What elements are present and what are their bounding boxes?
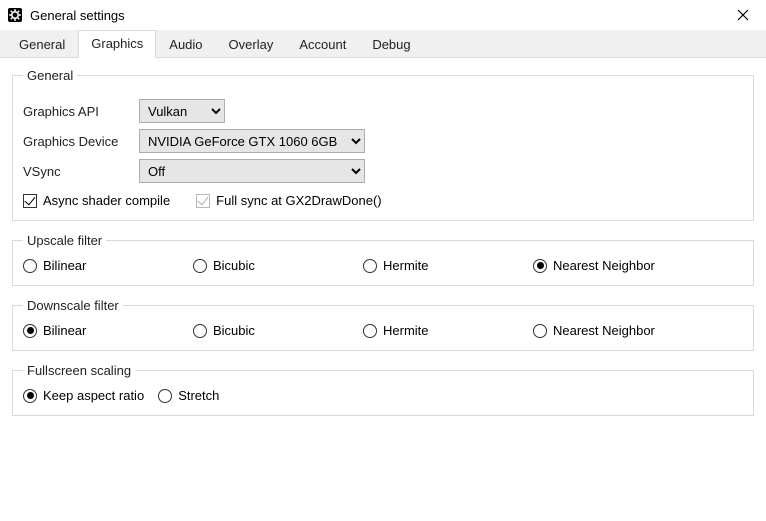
tab-overlay[interactable]: Overlay <box>216 31 287 58</box>
group-downscale: Downscale filter Bilinear Bicubic Hermit… <box>12 298 754 351</box>
content-area: General Graphics API Vulkan Graphics Dev… <box>0 58 766 438</box>
titlebar: General settings <box>0 0 766 30</box>
radio-icon <box>193 324 207 338</box>
graphics-api-label: Graphics API <box>23 104 139 119</box>
radio-icon <box>193 259 207 273</box>
radio-upscale-bicubic[interactable]: Bicubic <box>193 258 363 273</box>
radio-fullscreen-keep[interactable]: Keep aspect ratio <box>23 388 144 403</box>
vsync-select[interactable]: Off <box>139 159 365 183</box>
checkbox-icon <box>196 194 210 208</box>
tabstrip: General Graphics Audio Overlay Account D… <box>0 30 766 58</box>
radio-icon <box>363 259 377 273</box>
group-general-legend: General <box>23 68 77 83</box>
close-button[interactable] <box>720 0 766 30</box>
fullsync-label: Full sync at GX2DrawDone() <box>216 193 381 208</box>
tab-debug[interactable]: Debug <box>359 31 423 58</box>
group-upscale: Upscale filter Bilinear Bicubic Hermite … <box>12 233 754 286</box>
group-downscale-legend: Downscale filter <box>23 298 123 313</box>
gear-icon <box>6 6 24 24</box>
group-upscale-legend: Upscale filter <box>23 233 106 248</box>
radio-icon <box>23 389 37 403</box>
radio-downscale-bilinear[interactable]: Bilinear <box>23 323 193 338</box>
graphics-api-select[interactable]: Vulkan <box>139 99 225 123</box>
radio-icon <box>23 259 37 273</box>
group-fullscreen-legend: Fullscreen scaling <box>23 363 135 378</box>
async-shader-checkbox[interactable]: Async shader compile <box>23 193 170 208</box>
tab-audio[interactable]: Audio <box>156 31 215 58</box>
radio-downscale-hermite[interactable]: Hermite <box>363 323 533 338</box>
group-general: General Graphics API Vulkan Graphics Dev… <box>12 68 754 221</box>
group-fullscreen: Fullscreen scaling Keep aspect ratio Str… <box>12 363 754 416</box>
tab-graphics[interactable]: Graphics <box>78 30 156 58</box>
graphics-device-label: Graphics Device <box>23 134 139 149</box>
radio-downscale-nearest[interactable]: Nearest Neighbor <box>533 323 703 338</box>
graphics-device-select[interactable]: NVIDIA GeForce GTX 1060 6GB <box>139 129 365 153</box>
vsync-label: VSync <box>23 164 139 179</box>
radio-icon <box>158 389 172 403</box>
tab-account[interactable]: Account <box>286 31 359 58</box>
radio-icon <box>533 324 547 338</box>
fullsync-checkbox: Full sync at GX2DrawDone() <box>196 193 381 208</box>
radio-icon <box>533 259 547 273</box>
radio-downscale-bicubic[interactable]: Bicubic <box>193 323 363 338</box>
radio-icon <box>363 324 377 338</box>
radio-upscale-nearest[interactable]: Nearest Neighbor <box>533 258 703 273</box>
radio-fullscreen-stretch[interactable]: Stretch <box>158 388 219 403</box>
close-icon <box>737 9 749 21</box>
async-shader-label: Async shader compile <box>43 193 170 208</box>
radio-icon <box>23 324 37 338</box>
checkbox-icon <box>23 194 37 208</box>
window-title: General settings <box>30 8 720 23</box>
radio-upscale-bilinear[interactable]: Bilinear <box>23 258 193 273</box>
tab-general[interactable]: General <box>6 31 78 58</box>
radio-upscale-hermite[interactable]: Hermite <box>363 258 533 273</box>
